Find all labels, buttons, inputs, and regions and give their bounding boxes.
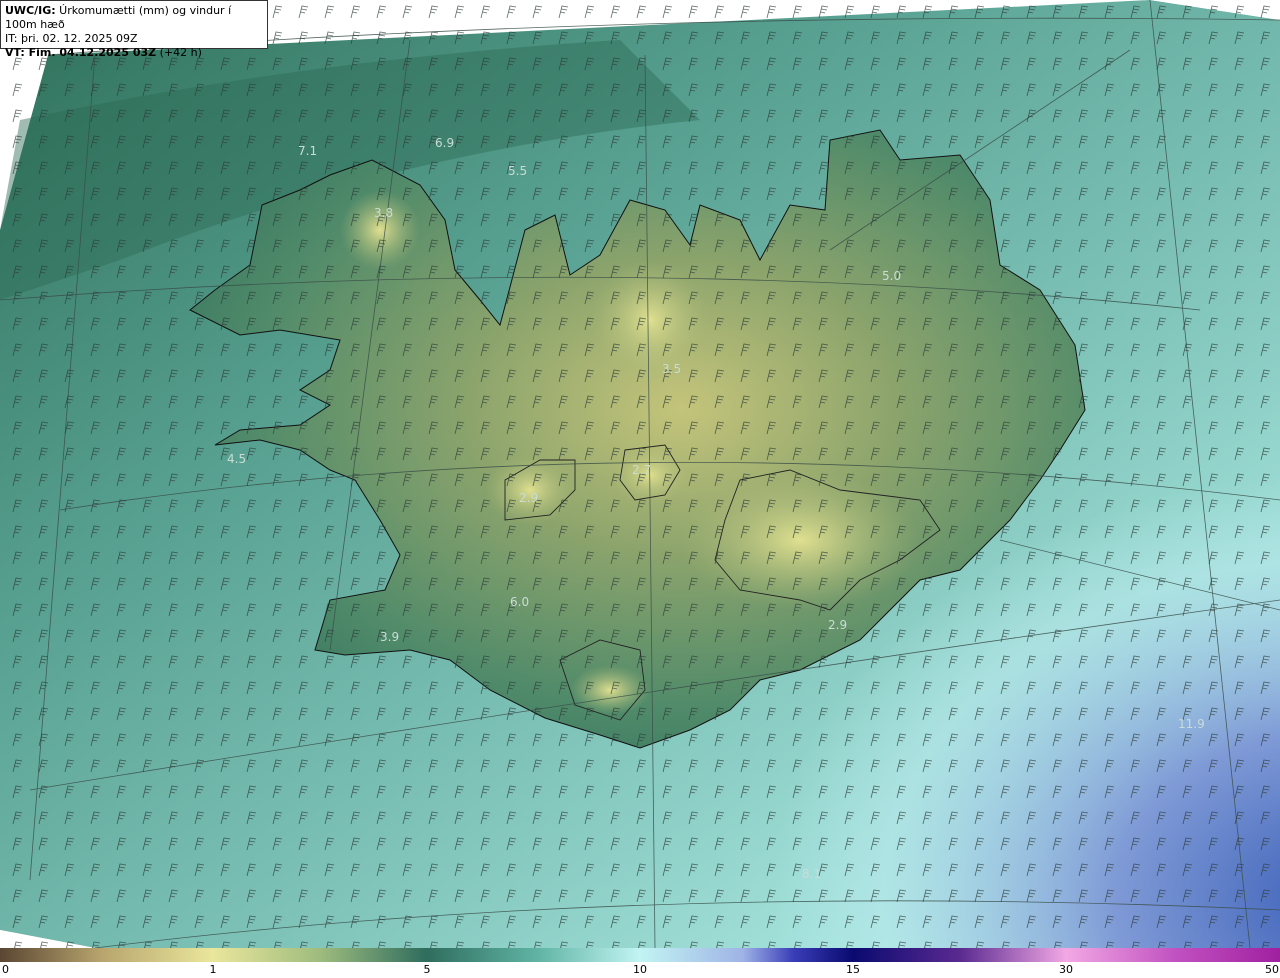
colorbar-tick: 10	[633, 963, 647, 976]
map-value: 3.5	[662, 362, 681, 376]
weather-map: 7.1 6.9 5.5 3.8 5.0 3.5 4.5 2.9 2.7 6.0 …	[0, 0, 1280, 948]
map-value: 7.1	[298, 144, 317, 158]
colorbar-tick: 15	[846, 963, 860, 976]
colorbar-tick: 0	[2, 963, 9, 976]
colorbar-tick: 50	[1265, 963, 1279, 976]
map-value: 6.0	[510, 595, 529, 609]
colorbar-tick: 30	[1059, 963, 1073, 976]
map-value: 5.5	[508, 164, 527, 178]
map-value: 8.1	[802, 867, 821, 881]
colorbar-tick: 1	[209, 963, 217, 976]
product-title: UWC/IG: Úrkomumætti (mm) og vindur í 100…	[5, 4, 232, 31]
initial-time: IT: þri. 02. 12. 2025 09Z	[5, 32, 138, 45]
colorbar	[0, 948, 1280, 962]
map-value: 6.9	[435, 136, 454, 150]
map-value: 2.9	[519, 491, 538, 505]
map-value: 2.9	[828, 618, 847, 632]
map-value: 11.9	[1178, 717, 1205, 731]
valid-time: VT: Fim. 04.12.2025 03Z (+42 h)	[5, 46, 202, 59]
map-value: 4.5	[227, 452, 246, 466]
map-value: 5.0	[882, 269, 901, 283]
map-value: 3.9	[380, 630, 399, 644]
map-value: 2.7	[632, 463, 651, 477]
map-header: UWC/IG: Úrkomumætti (mm) og vindur í 100…	[0, 0, 268, 59]
map-value: 3.8	[374, 206, 393, 220]
colorbar-tick: 5	[423, 963, 431, 976]
